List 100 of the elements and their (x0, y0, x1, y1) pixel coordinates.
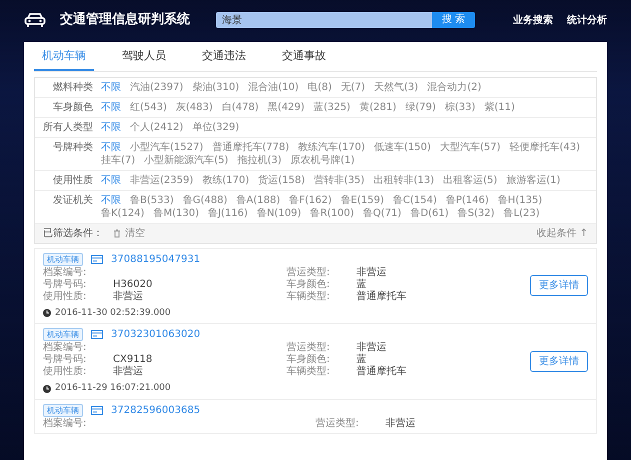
filter-option[interactable]: 大型汽车(57) (440, 140, 500, 154)
filter-option[interactable]: 不限 (101, 120, 121, 134)
field-label: 号牌号码: (43, 354, 88, 366)
field-label: 使用性质: (43, 290, 88, 302)
id-card-icon (91, 406, 103, 414)
record-tag: 机动车辆 (43, 328, 83, 341)
field-label: 档案编号: (43, 418, 88, 430)
filter-option[interactable]: 鲁R(100) (310, 206, 354, 220)
filter-option[interactable]: 鲁N(109) (256, 206, 302, 220)
filter-option[interactable]: 出租转非(13) (374, 174, 434, 186)
filter-option[interactable]: 出租客运(5) (443, 174, 498, 186)
filter-option[interactable]: 鲁J(116) (208, 206, 248, 220)
filter-option[interactable]: 鲁Q(71) (363, 206, 402, 220)
clear-link[interactable]: 清空 (113, 226, 145, 240)
field-label: 档案编号: (43, 266, 88, 278)
filter-option[interactable]: 白(478) (222, 100, 259, 114)
filter-option[interactable]: 鲁S(32) (458, 206, 495, 220)
nav-link[interactable]: 统计分析 (567, 12, 607, 28)
filter-option[interactable]: 红(543) (130, 100, 167, 114)
filter-option[interactable]: 紫(11) (484, 100, 515, 114)
filter-option[interactable]: 蓝(325) (314, 100, 350, 114)
id-card-icon (91, 254, 103, 264)
filter-option[interactable]: 鲁M(130) (153, 206, 199, 220)
field-value: 蓝 (356, 278, 366, 290)
timestamp: 2016-11-30 02:52:39.000 (55, 306, 171, 320)
tab[interactable]: 交通违法 (194, 45, 254, 70)
filter-option[interactable]: 电(8) (308, 80, 332, 94)
record-id-link[interactable]: 37088195047931 (111, 252, 200, 266)
tab[interactable]: 驾驶人员 (114, 45, 174, 70)
filter-option[interactable]: 单位(329) (192, 120, 240, 134)
field-value: 非营运 (113, 366, 143, 378)
filter-option[interactable]: 不限 (101, 80, 121, 94)
filter-option[interactable]: 挂车(7) (101, 154, 136, 166)
filter-option[interactable]: 鲁D(61) (410, 206, 449, 220)
tab[interactable]: 交通事故 (274, 45, 334, 70)
field-value: 蓝 (356, 354, 366, 366)
filter-option[interactable]: 不限 (101, 194, 121, 206)
filter-option[interactable]: 教练汽车(170) (298, 140, 366, 154)
filter-option[interactable]: 黄(281) (359, 100, 396, 114)
filter-label: 发证机关 (52, 194, 94, 208)
filter-label: 车身颜色 (52, 100, 94, 114)
filter-option[interactable]: 个人(2412) (130, 120, 184, 134)
field-label: 车辆类型: (286, 290, 331, 302)
filter-option[interactable]: 鲁K(124) (101, 206, 144, 220)
filter-option[interactable]: 棕(33) (444, 100, 476, 114)
filter-option[interactable]: 轻便摩托车(43) (509, 140, 580, 154)
selected-label: 已筛选条件： (43, 226, 103, 240)
field-label: 号牌号码: (43, 278, 88, 290)
filter-option[interactable]: 黑(429) (268, 100, 305, 114)
filter-option[interactable]: 非营运(2359) (130, 174, 194, 186)
search-field[interactable]: 海景 (216, 12, 432, 28)
filter-option[interactable]: 旅游客运(1) (506, 174, 560, 186)
filter-option[interactable]: 小型新能源汽车(5) (144, 154, 228, 166)
filter-option[interactable]: 拖拉机(3) (237, 154, 282, 166)
filter-option[interactable]: 营转非(35) (314, 174, 365, 186)
filter-option[interactable]: 鲁H(135) (498, 194, 542, 206)
field-label: 营运类型: (286, 266, 331, 278)
filter-option[interactable]: 鲁E(159) (340, 194, 384, 206)
filter-option[interactable]: 不限 (101, 100, 121, 114)
app-title: 交通管理信息研判系统 (60, 10, 190, 30)
filter-label: 号牌种类 (52, 140, 94, 154)
filter-option[interactable]: 原农机号牌(1) (290, 154, 355, 166)
filter-option[interactable]: 混合油(10) (248, 80, 299, 94)
filter-option[interactable]: 天然气(3) (374, 80, 418, 94)
filter-option[interactable]: 混合动力(2) (427, 80, 482, 94)
more-details-button[interactable]: 更多详情 (530, 275, 588, 296)
nav-link[interactable]: 业务搜索 (513, 12, 553, 28)
clock-icon (43, 384, 51, 393)
filter-option[interactable]: 绿(79) (405, 100, 436, 114)
filter-label: 使用性质 (52, 174, 94, 188)
field-value: H36020 (113, 278, 152, 290)
filter-option[interactable]: 货运(158) (258, 174, 306, 186)
more-details-button[interactable]: 更多详情 (530, 350, 588, 372)
clock-icon (43, 309, 51, 318)
filter-option[interactable]: 普通摩托车(778) (212, 140, 290, 154)
filter-option[interactable]: 不限 (101, 140, 121, 154)
record-id-link[interactable]: 37032301063020 (111, 327, 200, 342)
search-button[interactable]: 搜 索 (432, 12, 475, 28)
filter-option[interactable]: 不限 (101, 174, 121, 186)
filter-option[interactable]: 教练(170) (202, 174, 250, 186)
filter-option[interactable]: 小型汽车(1527) (130, 140, 204, 154)
filter-option[interactable]: 鲁B(533) (130, 194, 174, 206)
filter-option[interactable]: 鲁C(154) (393, 194, 437, 206)
filter-option[interactable]: 鲁L(23) (504, 206, 540, 220)
record-id-link[interactable]: 37282596003685 (111, 402, 200, 418)
timestamp: 2016-11-29 16:07:21.000 (55, 382, 171, 395)
filter-option[interactable]: 鲁G(488) (182, 194, 228, 206)
filter-option[interactable]: 鲁A(188) (236, 194, 280, 206)
field-label: 使用性质: (43, 366, 88, 378)
filter-option[interactable]: 鲁F(162) (289, 194, 332, 206)
filter-option[interactable]: 无(7) (340, 80, 366, 94)
filter-option[interactable]: 柴油(310) (192, 80, 240, 94)
trash-icon (113, 228, 121, 238)
collapse-link[interactable]: 收起条件 ↑ (536, 226, 588, 240)
tab[interactable]: 机动车辆 (34, 45, 94, 70)
filter-option[interactable]: 低速车(150) (374, 140, 431, 154)
filter-option[interactable]: 汽油(2397) (130, 80, 184, 94)
filter-option[interactable]: 鲁P(146) (446, 194, 489, 206)
filter-option[interactable]: 灰(483) (176, 100, 213, 114)
field-value: 非营运 (113, 290, 143, 302)
